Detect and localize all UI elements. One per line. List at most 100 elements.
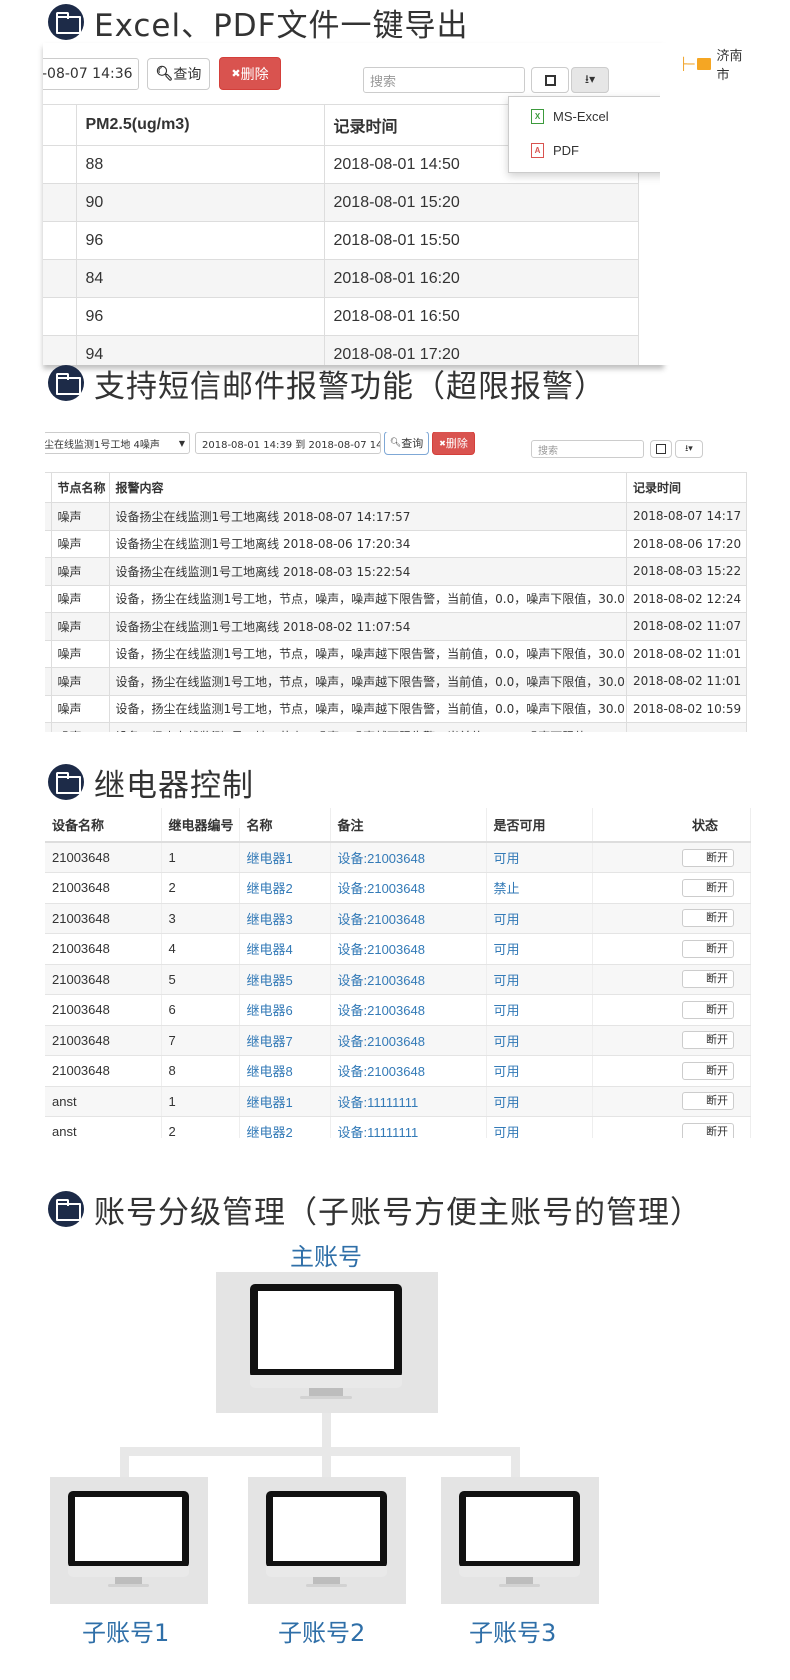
- close-icon: ✖: [231, 67, 241, 80]
- data-panel: -08-07 14:36 🔍︎ 查询 ✖ 删除 搜索 ⭳▾ PM2.5(ug/m…: [43, 43, 664, 365]
- delete-button[interactable]: ✖ 删除: [432, 432, 475, 455]
- search-input[interactable]: 搜索: [531, 440, 644, 458]
- folder-icon: [48, 1191, 84, 1227]
- close-icon: ✖: [439, 438, 446, 448]
- section1-title: Excel、PDF文件一键导出: [94, 7, 469, 44]
- connector-line: [120, 1447, 129, 1477]
- export-icon: ⭳▾: [584, 71, 596, 86]
- table-row: 21003648 4 继电器4 设备:21003648 可用 断开: [45, 933, 751, 965]
- node-select[interactable]: 尘在线监测1号工地 4噪声 ▼: [45, 432, 190, 454]
- table-row[interactable]: 噪声 设备扬尘在线监测1号工地离线 2018-08-06 17:20:34 2018…: [45, 529, 747, 558]
- table-row: 21003648 7 继电器7 设备:21003648 可用 断开: [45, 1025, 751, 1056]
- table-row: anst 1 继电器1 设备:11111111 可用 断开: [45, 1086, 751, 1117]
- column-header: 名称: [239, 808, 331, 843]
- table-row[interactable]: 噪声设备，扬尘在线监测1号工地，节点，噪声，噪声越下限告警，当前值，0.0，噪声…: [45, 722, 747, 732]
- table-header: 节点名称 报警内容 记录时间: [45, 472, 747, 503]
- table-row[interactable]: 90 2018-08-01 15:20: [43, 183, 639, 222]
- relay-screenshot: 设备名称 继电器编号 名称 备注 是否可用 状态 21003648 1 继电器1 设备…: [45, 808, 751, 1138]
- column-header: 设备名称: [45, 808, 162, 843]
- table-row: 21003648 8 继电器8 设备:21003648 可用 断开: [45, 1055, 751, 1087]
- section3-title: 继电器控制: [94, 767, 254, 804]
- section2-header: 支持短信邮件报警功能（超限报警）: [48, 361, 606, 405]
- sub-account-label-2: 子账号2: [278, 1619, 366, 1647]
- column-header: 状态: [592, 808, 751, 843]
- list-icon: [656, 444, 666, 454]
- section4-title: 账号分级管理（子账号方便主账号的管理）: [94, 1194, 702, 1231]
- table-row: 21003648 5 继电器5 设备:21003648 可用 断开: [45, 964, 751, 995]
- sub-account-label-1: 子账号1: [82, 1619, 170, 1647]
- folder-icon: [48, 764, 84, 800]
- table-row: 21003648 6 继电器6 设备:21003648 可用 断开: [45, 994, 751, 1026]
- sub-account-label-3: 子账号3: [469, 1619, 557, 1647]
- table-header: 设备名称 继电器编号 名称 备注 是否可用 状态: [45, 808, 751, 843]
- column-header: 是否可用: [486, 808, 593, 843]
- table-row: anst 2 继电器2 设备:11111111 可用 断开: [45, 1116, 751, 1138]
- search-icon: 🔍︎: [389, 438, 402, 448]
- section3-header: 继电器控制: [48, 760, 254, 804]
- search-input[interactable]: 搜索: [363, 67, 525, 93]
- query-button[interactable]: 🔍︎ 查询: [147, 58, 210, 90]
- export-button[interactable]: ⭳▾: [571, 67, 609, 93]
- columns-toggle-button[interactable]: [650, 440, 672, 458]
- query-button[interactable]: 🔍︎ 查询: [384, 432, 429, 455]
- column-header[interactable]: 记录时间: [626, 472, 747, 503]
- export-pdf-item[interactable]: A PDF: [531, 140, 579, 160]
- folder-icon: [48, 365, 84, 401]
- table-row[interactable]: 噪声设备，扬尘在线监测1号工地，节点，噪声，噪声越下限告警，当前值，0.0，噪声…: [45, 639, 747, 668]
- table-row[interactable]: 96 2018-08-01 16:50: [43, 297, 639, 336]
- relay-off-button[interactable]: 断开: [682, 1122, 734, 1138]
- relay-off-button[interactable]: 断开: [682, 878, 734, 897]
- section1-header: Excel、PDF文件一键导出: [48, 0, 469, 44]
- section2-title: 支持短信邮件报警功能（超限报警）: [94, 368, 606, 405]
- chevron-down-icon: ▼: [178, 438, 185, 448]
- section4-header: 账号分级管理（子账号方便主账号的管理）: [48, 1187, 702, 1231]
- excel-icon: X: [531, 108, 544, 124]
- export-icon: ⭳▾: [685, 444, 693, 454]
- connector-line: [322, 1447, 331, 1477]
- date-range-input[interactable]: 2018-08-01 14:39 到 2018-08-07 14:39: [195, 432, 381, 454]
- connector-line: [120, 1447, 520, 1456]
- date-input[interactable]: -08-07 14:36: [43, 58, 139, 90]
- relay-off-button[interactable]: 断开: [682, 1061, 734, 1080]
- folder-icon: [48, 4, 84, 40]
- table-row[interactable]: 96 2018-08-01 15:50: [43, 221, 639, 260]
- table-row[interactable]: 噪声 设备扬尘在线监测1号工地离线 2018-08-02 11:07:54 2018…: [45, 612, 747, 640]
- pdf-icon: A: [531, 142, 544, 158]
- relay-off-button[interactable]: 断开: [682, 848, 734, 867]
- region-tree: ├─ 济南市: [660, 43, 753, 365]
- relay-off-button[interactable]: 断开: [682, 1000, 734, 1019]
- alarm-screenshot: 尘在线监测1号工地 4噪声 ▼ 2018-08-01 14:39 到 2018-…: [45, 432, 747, 732]
- table-row[interactable]: 噪声 设备扬尘在线监测1号工地离线 2018-08-07 14:17:57 2018…: [45, 502, 747, 530]
- relay-off-button[interactable]: 断开: [682, 939, 734, 958]
- export-screenshot: -08-07 14:36 🔍︎ 查询 ✖ 删除 搜索 ⭳▾ PM2.5(ug/m…: [43, 43, 753, 365]
- export-excel-item[interactable]: X MS-Excel: [531, 106, 609, 126]
- relay-off-button[interactable]: 断开: [682, 1092, 734, 1111]
- connector-line: [511, 1447, 520, 1477]
- tree-node[interactable]: ├─ 济南市: [680, 45, 753, 83]
- column-header[interactable]: PM2.5(ug/m3): [76, 104, 325, 146]
- table-row[interactable]: 84 2018-08-01 16:20: [43, 259, 639, 298]
- columns-toggle-button[interactable]: [531, 67, 569, 93]
- tree-line-icon: ├─: [680, 57, 695, 71]
- main-account-label: 主账号: [290, 1243, 362, 1271]
- relay-off-button[interactable]: 断开: [682, 909, 734, 928]
- table-row[interactable]: 噪声设备，扬尘在线监测1号工地，节点，噪声，噪声越下限告警，当前值，0.0，噪声…: [45, 667, 747, 695]
- relay-off-button[interactable]: 断开: [682, 1031, 734, 1050]
- search-icon: 🔍︎: [155, 66, 174, 82]
- table-row: 21003648 2 继电器2 设备:21003648 禁止 断开: [45, 872, 751, 904]
- table-row[interactable]: 噪声设备，扬尘在线监测1号工地，节点，噪声，噪声越下限告警，当前值，0.0，噪声…: [45, 584, 747, 613]
- relay-off-button[interactable]: 断开: [682, 970, 734, 989]
- column-header[interactable]: 节点名称: [51, 472, 110, 503]
- list-icon: [544, 74, 556, 86]
- folder-icon: [697, 58, 712, 70]
- relay-table: 设备名称 继电器编号 名称 备注 是否可用 状态 21003648 1 继电器1 设备…: [45, 808, 751, 1138]
- table-row[interactable]: 噪声 设备扬尘在线监测1号工地离线 2018-08-03 15:22:54 2018…: [45, 557, 747, 585]
- table-row: 21003648 3 继电器3 设备:21003648 可用 断开: [45, 903, 751, 934]
- delete-button[interactable]: ✖ 删除: [219, 57, 281, 90]
- table-row: 21003648 1 继电器1 设备:21003648 可用 断开: [45, 842, 751, 873]
- column-header[interactable]: 报警内容: [109, 472, 627, 503]
- export-menu: X MS-Excel A PDF: [508, 96, 663, 173]
- table-row[interactable]: 噪声设备，扬尘在线监测1号工地，节点，噪声，噪声越下限告警，当前值，0.0，噪声…: [45, 694, 747, 723]
- export-button[interactable]: ⭳▾: [675, 440, 703, 458]
- column-header: 继电器编号: [161, 808, 240, 843]
